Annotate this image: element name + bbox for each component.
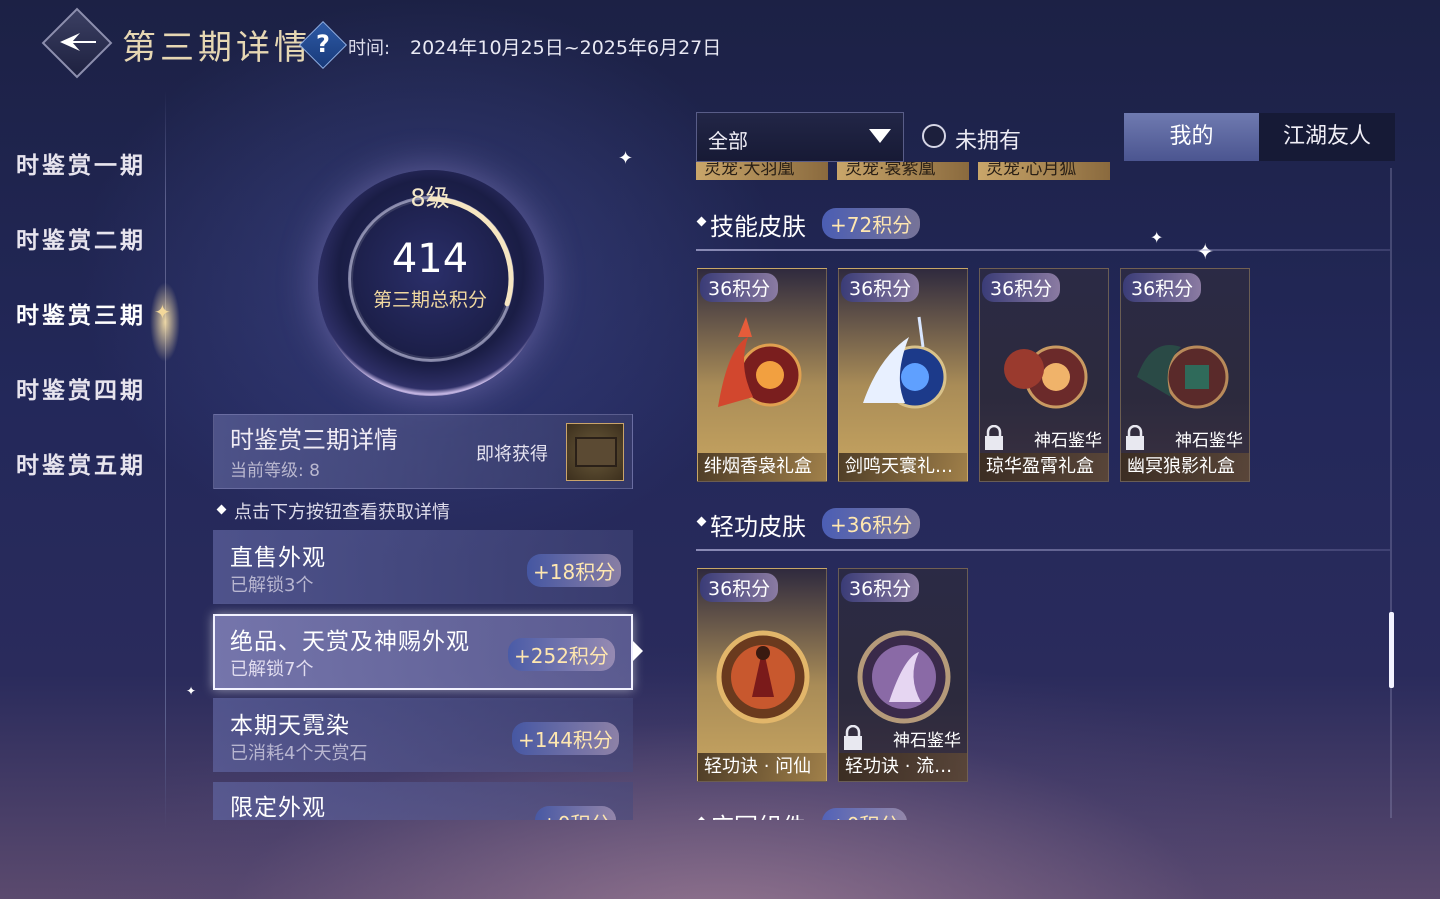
card-points-badge: 36积分 bbox=[1123, 273, 1202, 302]
lock-icon bbox=[1126, 425, 1144, 450]
score-total: 414 bbox=[391, 236, 469, 282]
category-title: 绝品、天赏及神赐外观 bbox=[230, 629, 470, 655]
category-title: 本期天霓染 bbox=[230, 713, 350, 739]
sparkle-icon: ✦ bbox=[1150, 228, 1164, 247]
current-level-label: 当前等级: 8 bbox=[230, 461, 320, 481]
dancer-medallion-art-icon bbox=[857, 630, 951, 724]
card-name: 轻功诀 · 问仙 bbox=[698, 753, 826, 781]
card-name: 轻功诀 · 流… bbox=[839, 753, 967, 781]
card-points-badge: 36积分 bbox=[982, 273, 1061, 302]
score-caption: 第三期总积分 bbox=[372, 289, 487, 311]
hint-bullet-icon bbox=[216, 504, 227, 515]
card-points-badge: 36积分 bbox=[700, 273, 779, 302]
item-card[interactable]: 36积分 神石鉴华 轻功诀 · 流… bbox=[838, 568, 968, 782]
lock-icon bbox=[844, 725, 862, 750]
category-sub: 已解锁7个 bbox=[230, 659, 314, 680]
category-points: +0积分 bbox=[535, 806, 617, 820]
help-glyph[interactable]: ? bbox=[306, 27, 340, 61]
section-bullet-icon bbox=[696, 516, 707, 527]
nav-item-period-3[interactable]: 时鉴赏三期 bbox=[16, 296, 146, 330]
section-points: +36积分 bbox=[822, 508, 921, 539]
item-card[interactable]: 36积分 神石鉴华 幽冥狼影礼盒 bbox=[1120, 268, 1250, 482]
wolf-art-icon bbox=[1137, 345, 1229, 409]
page-title: 第三期详情 bbox=[122, 28, 312, 68]
sword-phoenix-art-icon bbox=[863, 316, 947, 409]
section-divider bbox=[696, 549, 1390, 551]
not-owned-label[interactable]: 未拥有 bbox=[955, 123, 1021, 155]
section-title: 庄园组件 bbox=[710, 807, 806, 820]
section-divider bbox=[696, 249, 1390, 251]
card-points-badge: 36积分 bbox=[841, 573, 920, 602]
card-tag: 神石鉴华 bbox=[893, 731, 961, 751]
section-title: 轻功皮肤 bbox=[710, 513, 806, 541]
hint-text: 点击下方按钮查看获取详情 bbox=[234, 502, 450, 523]
chevron-down-icon bbox=[869, 129, 891, 143]
card-name: 剑鸣天寰礼… bbox=[839, 453, 967, 481]
category-title: 直售外观 bbox=[230, 545, 326, 571]
score-level: 8级 bbox=[410, 184, 450, 212]
nav-item-period-5[interactable]: 时鉴赏五期 bbox=[16, 446, 146, 480]
card-points-badge: 36积分 bbox=[841, 273, 920, 302]
scrollbar-thumb[interactable] bbox=[1389, 612, 1394, 688]
detail-title: 时鉴赏三期详情 bbox=[230, 426, 398, 454]
card-name: 绯烟香袅礼盒 bbox=[698, 453, 826, 481]
scrollbar-track[interactable] bbox=[1390, 168, 1392, 818]
item-card[interactable]: 36积分 神石鉴华 琼华盈霄礼盒 bbox=[979, 268, 1109, 482]
fox-skin-art-icon bbox=[718, 317, 802, 407]
filter-select-value: 全部 bbox=[708, 129, 748, 153]
sparkle-icon: ✦ bbox=[618, 148, 634, 169]
section-bullet-icon bbox=[696, 216, 707, 227]
card-name: 幽冥狼影礼盒 bbox=[1121, 453, 1249, 481]
time-label: 时间: bbox=[348, 38, 391, 59]
not-owned-radio[interactable] bbox=[922, 124, 946, 148]
reward-frame-icon bbox=[575, 437, 617, 467]
nav-item-period-2[interactable]: 时鉴赏二期 bbox=[16, 221, 146, 255]
section-cutoff: 庄园组件 +0积分 bbox=[696, 806, 996, 820]
cutoff-item[interactable]: 灵宠·心月狐 bbox=[978, 162, 1110, 180]
category-points: +144积分 bbox=[512, 722, 619, 755]
category-title: 限定外观 bbox=[230, 795, 326, 820]
cutoff-row: 灵宠·大羽凰 灵宠·裳紫凰 灵宠·心月狐 bbox=[696, 162, 1116, 182]
peony-art-icon bbox=[1004, 345, 1088, 409]
figure-medallion-art-icon bbox=[716, 630, 810, 724]
card-name: 琼华盈霄礼盒 bbox=[980, 453, 1108, 481]
category-sub: 已解锁3个 bbox=[230, 575, 314, 596]
card-tag: 神石鉴华 bbox=[1175, 431, 1243, 451]
back-arrow-icon bbox=[60, 33, 96, 51]
cutoff-item[interactable]: 灵宠·大羽凰 bbox=[696, 162, 828, 180]
nav-item-period-4[interactable]: 时鉴赏四期 bbox=[16, 371, 146, 405]
tab-friends[interactable]: 江湖友人 bbox=[1259, 113, 1395, 161]
nav-item-period-1[interactable]: 时鉴赏一期 bbox=[16, 146, 146, 180]
category-sub: 已消耗4个天赏石 bbox=[230, 743, 368, 764]
section-title: 技能皮肤 bbox=[710, 213, 806, 241]
sparkle-icon: ✦ bbox=[1196, 240, 1215, 265]
card-tag: 神石鉴华 bbox=[1034, 431, 1102, 451]
lock-icon bbox=[985, 425, 1003, 450]
tab-mine[interactable]: 我的 bbox=[1124, 113, 1259, 161]
time-range: 2024年10月25日~2025年6月27日 bbox=[410, 37, 722, 59]
cutoff-item[interactable]: 灵宠·裳紫凰 bbox=[837, 162, 969, 180]
item-card[interactable]: 36积分 轻功诀 · 问仙 bbox=[697, 568, 827, 782]
category-points: +252积分 bbox=[508, 638, 615, 671]
item-card[interactable]: 36积分 剑鸣天寰礼… bbox=[838, 268, 968, 482]
category-limited-clip: 限定外观 +0积分 bbox=[213, 782, 633, 820]
section-points: +72积分 bbox=[822, 208, 921, 239]
item-card[interactable]: 36积分 绯烟香袅礼盒 bbox=[697, 268, 827, 482]
category-points: +18积分 bbox=[527, 554, 622, 587]
sparkle-icon: ✦ bbox=[186, 684, 197, 698]
section-bullet-icon bbox=[696, 816, 707, 820]
active-pointer-icon bbox=[633, 641, 643, 661]
nav-active-swirl-icon: ✦ bbox=[154, 300, 171, 324]
card-points-badge: 36积分 bbox=[700, 573, 779, 602]
upcoming-reward-label: 即将获得 bbox=[476, 444, 548, 465]
section-points: +0积分 bbox=[822, 808, 908, 820]
nav-divider bbox=[165, 90, 166, 830]
